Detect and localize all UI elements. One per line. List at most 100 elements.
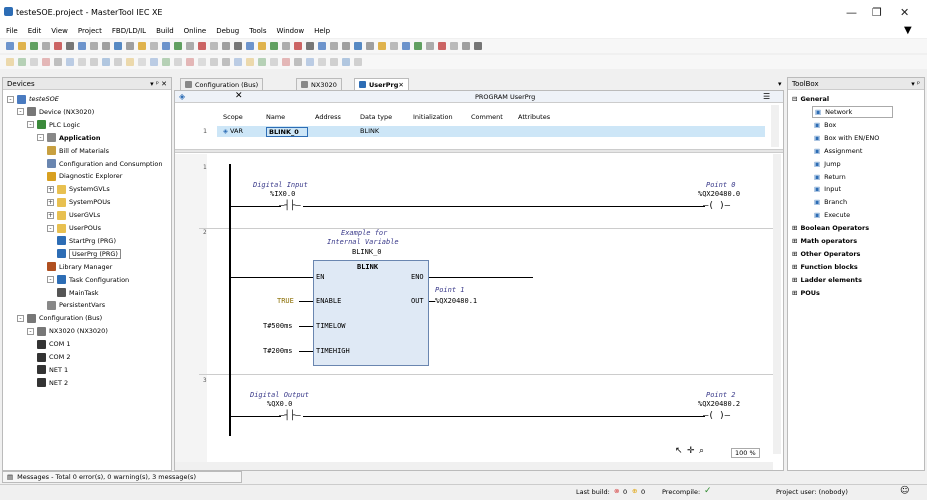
toolbar-button-icon[interactable] <box>246 42 254 50</box>
menu-help[interactable]: Help <box>314 27 330 35</box>
toolbar-button-icon[interactable] <box>186 58 194 66</box>
toolbox-item[interactable]: ▣ Execute <box>814 209 850 221</box>
toolbox-group[interactable]: ⊞ Other Operators <box>792 248 860 260</box>
toolbar-button-icon[interactable] <box>18 42 26 50</box>
n1-coil[interactable]: –( )– <box>703 201 730 211</box>
toolbar-button-icon[interactable] <box>354 42 362 50</box>
user-icon[interactable]: ☺ <box>900 486 909 496</box>
editor-hscrollbar[interactable] <box>175 462 773 470</box>
toolbox-group[interactable]: ⊞ Boolean Operators <box>792 222 869 234</box>
toolbox-group-general[interactable]: ⊟ General <box>792 93 829 105</box>
tab-nx3020[interactable]: NX3020 <box>296 78 342 90</box>
toolbar-button-icon[interactable] <box>90 42 98 50</box>
n3-contact[interactable]: –┤├– <box>279 411 301 421</box>
toolbox-item[interactable]: ▣ Box <box>814 119 836 131</box>
toolbar-button-icon[interactable] <box>258 42 266 50</box>
toolbar-button-icon[interactable] <box>66 42 74 50</box>
toolbar-button-icon[interactable] <box>294 42 302 50</box>
toolbar-button-icon[interactable] <box>102 42 110 50</box>
tree-item[interactable]: + UserGVLs <box>47 209 100 221</box>
tab-userprg[interactable]: UserPrg ✕ <box>354 78 409 90</box>
toolbar-button-icon[interactable] <box>174 42 182 50</box>
toolbox-item[interactable]: ▣ Assignment <box>814 145 862 157</box>
n1-contact[interactable]: –┤├– <box>279 201 301 211</box>
expand-toggle-icon[interactable]: - <box>7 95 14 103</box>
toolbox-group[interactable]: ⊞ Math operators <box>792 235 857 247</box>
toolbar-button-icon[interactable] <box>210 58 218 66</box>
tree-item[interactable]: - Application <box>37 132 100 144</box>
menu-online[interactable]: Online <box>184 27 207 35</box>
n3-coil[interactable]: –( )– <box>703 411 730 421</box>
toolbar-button-icon[interactable] <box>198 42 206 50</box>
maximize-icon[interactable]: ❐ <box>872 6 882 19</box>
toolbar-button-icon[interactable] <box>258 58 266 66</box>
close-icon[interactable]: ✕ <box>900 6 909 19</box>
toolbar-button-icon[interactable] <box>438 42 446 50</box>
toolbox-item[interactable]: ▣ Branch <box>814 196 847 208</box>
pointer-tool-icon[interactable]: ↖ <box>675 446 683 456</box>
menu-fbdldil[interactable]: FBD/LD/IL <box>112 27 146 35</box>
tree-item[interactable]: - UserPOUs <box>47 222 101 234</box>
tree-item[interactable]: - Device (NX3020) <box>17 106 94 118</box>
tree-item[interactable]: - PLC Logic <box>27 119 80 131</box>
tree-item[interactable]: + SystemPOUs <box>47 196 110 208</box>
toolbar-button-icon[interactable] <box>330 58 338 66</box>
zoom-tool-icon[interactable]: ⌕ <box>699 446 704 456</box>
minimize-icon[interactable]: — <box>846 6 857 19</box>
toolbar-button-icon[interactable] <box>42 58 50 66</box>
toolbar-button-icon[interactable] <box>90 58 98 66</box>
menu-project[interactable]: Project <box>78 27 102 35</box>
toolbar-button-icon[interactable] <box>186 42 194 50</box>
toolbar-button-icon[interactable] <box>66 58 74 66</box>
toolbar-button-icon[interactable] <box>318 58 326 66</box>
toolbar-button-icon[interactable] <box>390 42 398 50</box>
toolbox-controls-icon[interactable]: ▾ ᵖ <box>911 80 920 88</box>
decl-tool-icon[interactable]: ◈ <box>179 92 185 101</box>
expand-toggle-icon[interactable]: - <box>47 276 54 284</box>
messages-bar[interactable]: ▤ Messages - Total 0 error(s), 0 warning… <box>2 471 242 483</box>
tree-item[interactable]: MainTask <box>57 287 99 299</box>
toolbar-button-icon[interactable] <box>306 58 314 66</box>
tree-item[interactable]: + SystemGVLs <box>47 183 110 195</box>
expand-toggle-icon[interactable]: - <box>17 108 24 116</box>
tree-item[interactable]: NET 2 <box>37 377 68 389</box>
decl-delete-icon[interactable]: ✕ <box>235 91 243 101</box>
toolbar-button-icon[interactable] <box>138 42 146 50</box>
tree-item[interactable]: - Task Configuration <box>47 274 129 286</box>
decl-scrollbar[interactable] <box>771 105 779 147</box>
toolbar-button-icon[interactable] <box>114 42 122 50</box>
toolbar-button-icon[interactable] <box>126 42 134 50</box>
toolbar-button-icon[interactable] <box>174 58 182 66</box>
toolbar-button-icon[interactable] <box>222 42 230 50</box>
editor-vscrollbar[interactable] <box>773 154 781 454</box>
tree-item[interactable]: COM 2 <box>37 351 70 363</box>
tree-item[interactable]: UserPrg (PRG) <box>57 248 121 260</box>
panel-controls-icon[interactable]: ▾ ᵖ ✕ <box>150 80 167 88</box>
toolbar-button-icon[interactable] <box>318 42 326 50</box>
toolbar-button-icon[interactable] <box>342 58 350 66</box>
toolbar-button-icon[interactable] <box>462 42 470 50</box>
toolbar-button-icon[interactable] <box>78 58 86 66</box>
toolbar-button-icon[interactable] <box>234 42 242 50</box>
toolbar-button-icon[interactable] <box>234 58 242 66</box>
toolbox-group[interactable]: ⊞ POUs <box>792 287 820 299</box>
toolbar-button-icon[interactable] <box>366 42 374 50</box>
expand-toggle-icon[interactable]: - <box>17 314 24 322</box>
decl-name[interactable]: BLINK_0 <box>266 127 308 137</box>
toolbar-button-icon[interactable] <box>102 58 110 66</box>
toolbar-button-icon[interactable] <box>354 58 362 66</box>
pin-icon[interactable]: ▼ <box>904 25 912 36</box>
toolbar-button-icon[interactable] <box>474 42 482 50</box>
toolbar-button-icon[interactable] <box>150 58 158 66</box>
toolbar-button-icon[interactable] <box>450 42 458 50</box>
toolbar-button-icon[interactable] <box>138 58 146 66</box>
menu-view[interactable]: View <box>51 27 68 35</box>
toolbar-button-icon[interactable] <box>18 58 26 66</box>
expand-toggle-icon[interactable]: - <box>27 327 34 335</box>
toolbar-button-icon[interactable] <box>54 42 62 50</box>
tab-close-icon[interactable]: ✕ <box>398 81 403 89</box>
view-toggle-icon[interactable]: ☰ <box>763 92 770 101</box>
toolbar-button-icon[interactable] <box>42 42 50 50</box>
toolbar-button-icon[interactable] <box>78 42 86 50</box>
toolbox-group[interactable]: ⊞ Function blocks <box>792 261 858 273</box>
